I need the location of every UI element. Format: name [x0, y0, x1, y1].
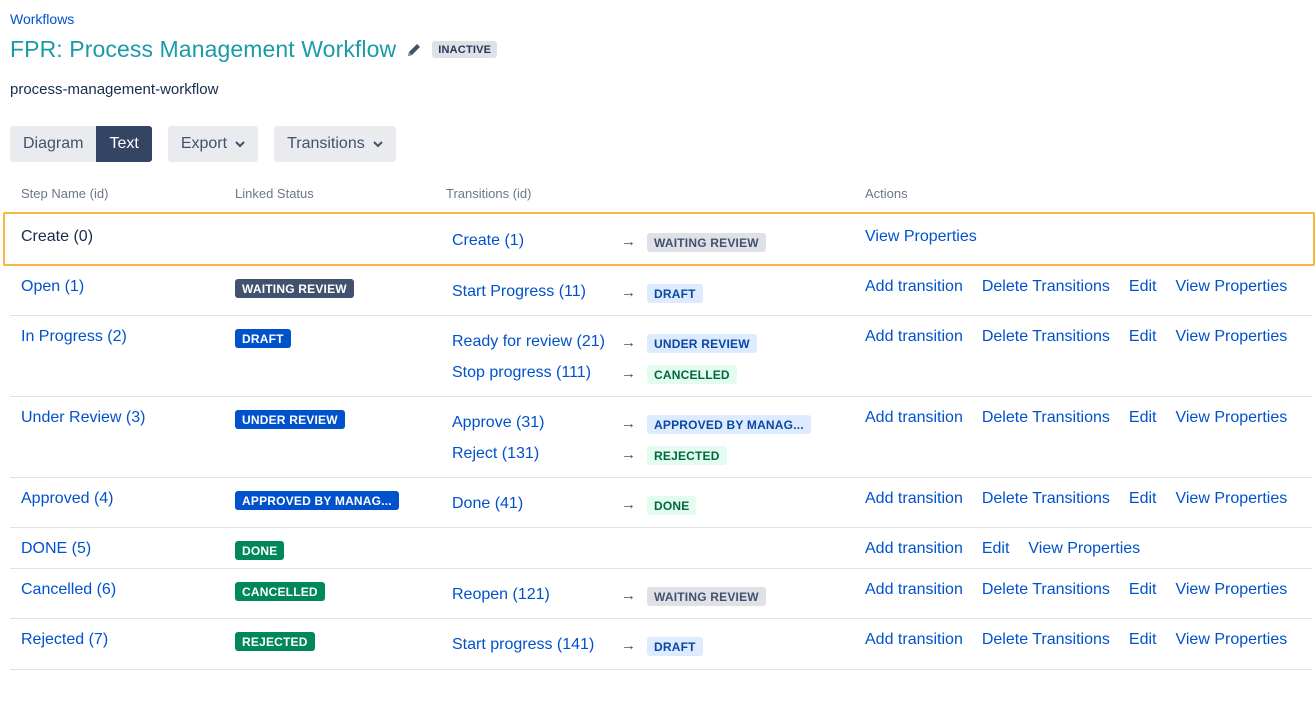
breadcrumb-workflows[interactable]: Workflows [10, 11, 74, 27]
view-properties-link[interactable]: View Properties [1028, 540, 1140, 558]
column-header-actions: Actions [865, 186, 908, 201]
delete-transitions-link[interactable]: Delete Transitions [982, 490, 1110, 508]
delete-transitions-link[interactable]: Delete Transitions [982, 581, 1110, 599]
arrow-icon: → [621, 284, 636, 301]
target-status-lozenge: REJECTED [647, 446, 727, 465]
pencil-icon[interactable] [406, 42, 422, 58]
target-status-lozenge: WAITING REVIEW [647, 233, 766, 252]
transition-link[interactable]: Start Progress (11) [452, 283, 586, 301]
transition-link[interactable]: Ready for review (21) [452, 333, 605, 351]
view-properties-link[interactable]: View Properties [1175, 581, 1287, 599]
step-name-link[interactable]: Cancelled (6) [21, 581, 116, 599]
linked-status-lozenge: DONE [235, 541, 285, 560]
export-dropdown-button[interactable]: Export [167, 126, 259, 162]
arrow-icon: → [621, 415, 636, 432]
row-actions: Add transition Delete Transitions Edit V… [865, 581, 1287, 599]
view-properties-link[interactable]: View Properties [865, 228, 977, 246]
step-name-link[interactable]: Approved (4) [21, 490, 114, 508]
target-status-lozenge: WAITING REVIEW [647, 587, 766, 606]
row-actions: Add transition Delete Transitions Edit V… [865, 409, 1287, 427]
linked-status-lozenge: REJECTED [235, 632, 315, 651]
arrow-icon: → [621, 233, 636, 250]
arrow-icon: → [621, 637, 636, 654]
row-actions: Add transition Delete Transitions Edit V… [865, 490, 1287, 508]
view-properties-link[interactable]: View Properties [1175, 409, 1287, 427]
chevron-down-icon [373, 140, 383, 148]
edit-link[interactable]: Edit [1129, 490, 1157, 508]
edit-link[interactable]: Edit [1129, 581, 1157, 599]
add-transition-link[interactable]: Add transition [865, 631, 963, 649]
transition-link[interactable]: Stop progress (111) [452, 364, 591, 382]
title-row: FPR: Process Management Workflow INACTIV… [10, 36, 498, 63]
row-actions: Add transition Delete Transitions Edit V… [865, 328, 1287, 346]
edit-link[interactable]: Edit [1129, 631, 1157, 649]
add-transition-link[interactable]: Add transition [865, 540, 963, 558]
delete-transitions-link[interactable]: Delete Transitions [982, 328, 1110, 346]
transition-link[interactable]: Done (41) [452, 495, 523, 513]
transition-link[interactable]: Reject (131) [452, 445, 539, 463]
view-properties-link[interactable]: View Properties [1175, 328, 1287, 346]
step-name: Create (0) [21, 228, 94, 245]
arrow-icon: → [621, 496, 636, 513]
target-status-lozenge: CANCELLED [647, 365, 737, 384]
row-actions: View Properties [865, 228, 977, 246]
arrow-icon: → [621, 446, 636, 463]
add-transition-link[interactable]: Add transition [865, 490, 963, 508]
arrow-icon: → [621, 365, 636, 382]
text-view-button[interactable]: Text [96, 126, 152, 162]
step-name-link[interactable]: Rejected (7) [21, 631, 108, 649]
page-title: FPR: Process Management Workflow [10, 36, 397, 62]
toolbar: Diagram Text Export Transitions [10, 126, 396, 162]
diagram-view-button[interactable]: Diagram [10, 126, 97, 162]
transition-link[interactable]: Start progress (141) [452, 636, 594, 654]
target-status-lozenge: DRAFT [647, 284, 703, 303]
row-actions: Add transition Edit View Properties [865, 540, 1140, 558]
delete-transitions-link[interactable]: Delete Transitions [982, 278, 1110, 296]
transition-link[interactable]: Create (1) [452, 232, 524, 250]
transition-link[interactable]: Reopen (121) [452, 586, 550, 604]
view-properties-link[interactable]: View Properties [1175, 278, 1287, 296]
column-header-status: Linked Status [235, 186, 314, 201]
workflow-key: process-management-workflow [10, 81, 219, 98]
view-properties-link[interactable]: View Properties [1175, 631, 1287, 649]
column-header-transitions: Transitions (id) [446, 186, 532, 201]
target-status-lozenge: UNDER REVIEW [647, 334, 757, 353]
export-label: Export [180, 135, 228, 152]
target-status-lozenge: APPROVED BY MANAG... [647, 415, 811, 434]
add-transition-link[interactable]: Add transition [865, 409, 963, 427]
view-properties-link[interactable]: View Properties [1175, 490, 1287, 508]
step-name-link[interactable]: Under Review (3) [21, 409, 145, 427]
arrow-icon: → [621, 334, 636, 351]
chevron-down-icon [235, 140, 245, 148]
step-name-link[interactable]: DONE (5) [21, 540, 91, 558]
linked-status-lozenge: WAITING REVIEW [235, 279, 354, 298]
linked-status-lozenge: APPROVED BY MANAG... [235, 491, 399, 510]
arrow-icon: → [621, 587, 636, 604]
row-actions: Add transition Delete Transitions Edit V… [865, 631, 1287, 649]
transitions-label: Transitions [287, 135, 365, 152]
add-transition-link[interactable]: Add transition [865, 328, 963, 346]
edit-link[interactable]: Edit [1129, 409, 1157, 427]
status-badge: INACTIVE [432, 41, 498, 58]
add-transition-link[interactable]: Add transition [865, 581, 963, 599]
transition-link[interactable]: Approve (31) [452, 414, 545, 432]
linked-status-lozenge: UNDER REVIEW [235, 410, 345, 429]
linked-status-lozenge: CANCELLED [235, 582, 325, 601]
step-name-link[interactable]: Open (1) [21, 278, 84, 296]
column-header-step: Step Name (id) [21, 186, 109, 201]
edit-link[interactable]: Edit [1129, 278, 1157, 296]
row-actions: Add transition Delete Transitions Edit V… [865, 278, 1287, 296]
delete-transitions-link[interactable]: Delete Transitions [982, 631, 1110, 649]
edit-link[interactable]: Edit [982, 540, 1010, 558]
transitions-dropdown-button[interactable]: Transitions [274, 126, 396, 162]
target-status-lozenge: DONE [647, 496, 697, 515]
linked-status-lozenge: DRAFT [235, 329, 291, 348]
delete-transitions-link[interactable]: Delete Transitions [982, 409, 1110, 427]
add-transition-link[interactable]: Add transition [865, 278, 963, 296]
step-name-link[interactable]: In Progress (2) [21, 328, 127, 346]
edit-link[interactable]: Edit [1129, 328, 1157, 346]
target-status-lozenge: DRAFT [647, 637, 703, 656]
